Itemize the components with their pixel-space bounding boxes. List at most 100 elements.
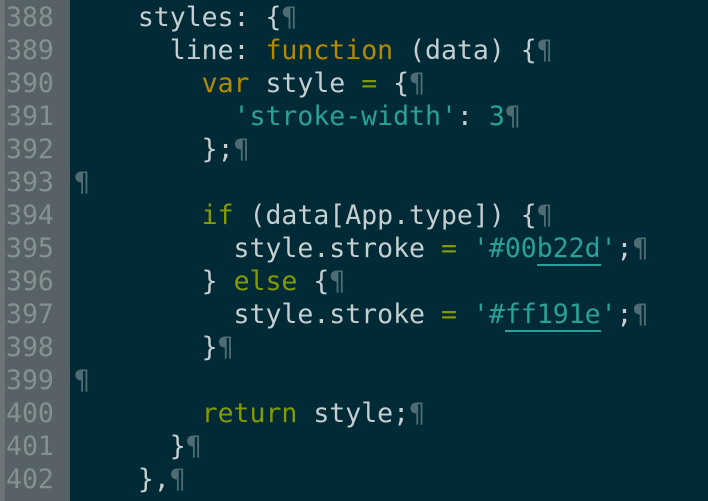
code-line[interactable]: 392 };¶ <box>0 133 250 166</box>
code-line[interactable]: 389 line: function (data) {¶ <box>0 34 553 67</box>
keyword-token: else <box>233 266 298 297</box>
pilcrow-icon: ¶ <box>504 101 521 132</box>
code-token: : <box>456 101 489 132</box>
code-token: ; <box>616 233 633 264</box>
pilcrow-icon: ¶ <box>74 167 90 198</box>
code-text[interactable]: } else {¶ <box>70 265 346 298</box>
keyword-token: return <box>201 398 298 429</box>
hex-color-token: ff191e <box>504 299 601 332</box>
pilcrow-icon: ¶ <box>409 398 426 429</box>
code-token: (data) { <box>393 35 537 66</box>
code-text[interactable]: line: function (data) {¶ <box>70 34 553 67</box>
code-line[interactable]: 397 style.stroke = '#ff191e';¶ <box>0 298 649 332</box>
pilcrow-icon: ¶ <box>632 299 649 330</box>
line-number: 389 <box>6 35 54 66</box>
pilcrow-icon: ¶ <box>536 35 553 66</box>
line-number: 402 <box>6 464 54 495</box>
operator-token: = <box>361 68 378 99</box>
number-token: 3 <box>488 101 505 132</box>
line-number: 391 <box>6 101 54 132</box>
code-text[interactable]: ¶ <box>70 166 90 199</box>
code-token: line: <box>169 35 266 66</box>
operator-token: = <box>440 233 457 264</box>
code-line[interactable]: 399 ¶ <box>0 364 90 397</box>
line-number: 395 <box>6 233 54 264</box>
line-number: 388 <box>6 2 54 33</box>
string-token: '# <box>472 299 505 330</box>
code-text[interactable]: style.stroke = '#ff191e';¶ <box>70 298 649 332</box>
pilcrow-icon: ¶ <box>233 134 250 165</box>
line-number: 401 <box>6 431 54 462</box>
code-token: { <box>297 266 330 297</box>
code-text[interactable]: }¶ <box>70 331 234 364</box>
code-token: } <box>201 332 218 363</box>
pilcrow-icon: ¶ <box>185 431 202 462</box>
code-line[interactable]: 401 }¶ <box>0 430 202 463</box>
line-number: 390 <box>6 68 54 99</box>
keyword-token: var <box>201 68 250 99</box>
code-token: styles: { <box>137 2 282 33</box>
string-token: '#00 <box>472 233 537 264</box>
code-line[interactable]: 396 } else {¶ <box>0 265 345 298</box>
code-text[interactable]: var style = {¶ <box>70 67 425 100</box>
code-text[interactable]: },¶ <box>70 463 186 496</box>
code-line[interactable]: 398 }¶ <box>0 331 234 364</box>
line-number: 394 <box>6 200 54 231</box>
string-token: ' <box>600 299 617 330</box>
code-text[interactable]: ¶ <box>70 364 90 397</box>
code-line[interactable]: 388 styles: {¶ <box>0 1 297 34</box>
pilcrow-icon: ¶ <box>74 365 90 396</box>
pilcrow-icon: ¶ <box>217 332 234 363</box>
line-number: 396 <box>6 266 54 297</box>
code-text[interactable]: if (data[App.type]) {¶ <box>70 199 553 232</box>
code-line[interactable]: 394 if (data[App.type]) {¶ <box>0 199 553 232</box>
code-line[interactable]: 390 var style = {¶ <box>0 67 425 100</box>
code-text[interactable]: 'stroke-width': 3¶ <box>70 100 521 133</box>
code-token: style.stroke <box>233 233 441 264</box>
code-text[interactable]: style.stroke = '#00b22d';¶ <box>70 232 648 266</box>
code-line[interactable]: 402 },¶ <box>0 463 186 496</box>
code-line[interactable]: 400 return style;¶ <box>0 397 425 430</box>
code-token: style.stroke <box>233 299 441 330</box>
line-number: 398 <box>6 332 54 363</box>
line-number: 393 <box>6 167 54 198</box>
code-token: style; <box>297 398 410 429</box>
string-token: 'stroke-width' <box>233 101 457 132</box>
code-line[interactable]: 393 ¶ <box>0 166 90 199</box>
code-token: ; <box>616 299 633 330</box>
code-line[interactable]: 395 style.stroke = '#00b22d';¶ <box>0 232 648 266</box>
keyword-token: if <box>201 200 234 231</box>
code-text[interactable]: }¶ <box>70 430 202 463</box>
line-number: 399 <box>6 365 54 396</box>
pilcrow-icon: ¶ <box>536 200 553 231</box>
hex-color-token: b22d <box>536 233 601 266</box>
keyword-token: function <box>265 35 394 66</box>
code-token: }; <box>201 134 234 165</box>
code-token: style <box>249 68 362 99</box>
pilcrow-icon: ¶ <box>329 266 346 297</box>
code-line[interactable]: 391 'stroke-width': 3¶ <box>0 100 521 133</box>
code-text[interactable]: return style;¶ <box>70 397 425 430</box>
line-number: 392 <box>6 134 54 165</box>
line-number: 397 <box>6 299 54 330</box>
pilcrow-icon: ¶ <box>169 464 186 495</box>
code-token: { <box>377 68 410 99</box>
code-text[interactable]: };¶ <box>70 133 250 166</box>
code-text[interactable]: styles: {¶ <box>70 1 298 34</box>
pilcrow-icon: ¶ <box>409 68 426 99</box>
code-editor[interactable]: 388 styles: {¶ 389 line: function (data) … <box>0 0 708 501</box>
